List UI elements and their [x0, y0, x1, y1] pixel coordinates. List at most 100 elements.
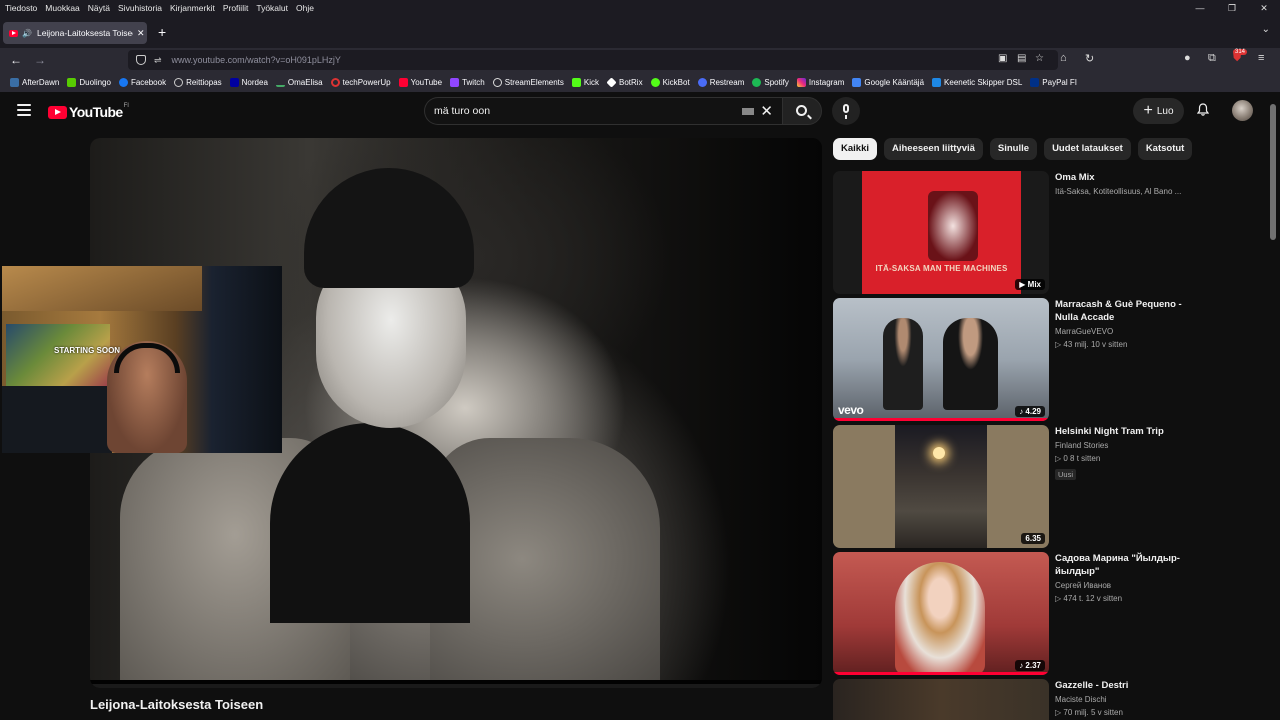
bookmark-reittiopas[interactable]: Reittiopas	[174, 77, 222, 87]
extensions-icon[interactable]: ⧉	[1208, 52, 1216, 65]
recommendation-channel[interactable]: Maciste Dischi	[1055, 694, 1195, 705]
forward-arrow-icon[interactable]: →	[34, 52, 46, 68]
bookmark-afterdawn[interactable]: AfterDawn	[10, 77, 59, 87]
menu-file[interactable]: Tiedosto	[0, 3, 41, 13]
search-button[interactable]	[782, 97, 822, 125]
webcam-ceiling	[2, 266, 202, 311]
speaker-icon[interactable]: 🔊	[22, 29, 32, 38]
tracking-shield-icon[interactable]	[136, 55, 146, 65]
video-thumbnail[interactable]	[833, 679, 1049, 720]
permissions-icon[interactable]: ⇌	[154, 55, 162, 66]
bookmark-omaelisa[interactable]: OmaElisa	[275, 77, 323, 87]
bookmark-duolingo[interactable]: Duolingo	[67, 77, 111, 87]
recommendation-item[interactable]: Gazzelle - Destri Maciste Dischi ▷ 70 mi…	[833, 679, 1213, 720]
recommendation-channel[interactable]: Finland Stories	[1055, 440, 1195, 451]
url-text[interactable]: www.youtube.com/watch?v=oH091pLHzjY	[172, 55, 341, 65]
poster-text: STARTING SOON	[54, 346, 121, 355]
bookmark-paypal[interactable]: PayPal FI	[1030, 77, 1077, 87]
bookmark-botrix[interactable]: BotRix	[606, 76, 643, 88]
reader-view-icon[interactable]: ▤	[1017, 53, 1026, 64]
botrix-icon	[606, 76, 617, 88]
navigation-bar: ← → ⇌ www.youtube.com/watch?v=oH091pLHzj…	[0, 48, 1280, 72]
bookmark-keenetic[interactable]: Keenetic Skipper DSL	[932, 77, 1022, 87]
recommendation-title[interactable]: Oma Mix	[1055, 171, 1195, 184]
bookmark-kick[interactable]: Kick	[571, 77, 599, 87]
menu-help[interactable]: Ohje	[292, 3, 318, 13]
video-duration: ♪ 2.37	[1015, 660, 1045, 671]
youtube-logo[interactable]: YouTube FI	[48, 103, 129, 120]
bookmark-google-translate[interactable]: Google Kääntäjä	[852, 77, 924, 87]
webcam-overlay: STARTING SOON	[2, 266, 282, 453]
nordea-icon	[229, 77, 239, 87]
tab-youtube-video[interactable]: 🔊 Leijona-Laitoksesta Toiseen ✕	[3, 22, 147, 44]
menu-tools[interactable]: Työkalut	[252, 3, 292, 13]
video-thumbnail[interactable]: vevo ♪ 4.29	[833, 298, 1049, 421]
recommendation-meta: Gazzelle - Destri Maciste Dischi ▷ 70 mi…	[1055, 679, 1195, 718]
recommendation-item[interactable]: vevo ♪ 4.29 Marracash & Guè Pequeno - Nu…	[833, 298, 1213, 421]
bookmarks-bar: AfterDawn Duolingo Facebook Reittiopas N…	[0, 72, 1280, 92]
bookmark-nordea[interactable]: Nordea	[229, 77, 268, 87]
bookmark-streamelements[interactable]: StreamElements	[492, 77, 564, 87]
recommendation-channel[interactable]: MarraGueVEVO	[1055, 326, 1195, 337]
close-window-button[interactable]: ✕	[1248, 0, 1280, 16]
tab-list-button[interactable]: ⌄	[1262, 24, 1270, 35]
recommendation-channel[interactable]: Сергей Иванов	[1055, 580, 1195, 591]
hamburger-menu-icon[interactable]	[17, 104, 31, 116]
bookmark-youtube[interactable]: YouTube	[398, 77, 442, 87]
recommendation-title[interactable]: Marracash & Guè Pequeno - Nulla Accade	[1055, 298, 1195, 324]
bookmark-restream[interactable]: Restream	[697, 77, 744, 87]
menu-view[interactable]: Näytä	[84, 3, 114, 13]
recommendation-title[interactable]: Helsinki Night Tram Trip	[1055, 425, 1195, 438]
menu-history[interactable]: Sivuhistoria	[114, 3, 166, 13]
bookmark-kickbot[interactable]: KickBot	[650, 77, 690, 87]
bookmark-techpowerup[interactable]: techPowerUp	[330, 77, 391, 87]
create-button[interactable]: + Luo	[1133, 98, 1184, 124]
minimize-button[interactable]: —	[1184, 0, 1216, 16]
app-menu-icon[interactable]: ≡	[1258, 52, 1264, 64]
duolingo-icon	[67, 77, 77, 87]
menu-edit[interactable]: Muokkaa	[41, 3, 84, 13]
bookmark-facebook[interactable]: Facebook	[118, 77, 166, 87]
notifications-bell-icon[interactable]	[1197, 103, 1209, 116]
watched-progress-bar	[833, 672, 1049, 675]
search-query[interactable]: mä turo oon	[434, 105, 742, 117]
clear-search-icon[interactable]: ✕	[760, 102, 773, 120]
account-icon[interactable]: ●	[1184, 52, 1191, 64]
page-scrollbar[interactable]	[1270, 104, 1276, 240]
voice-search-button[interactable]	[832, 97, 860, 125]
bookmark-twitch[interactable]: Twitch	[450, 77, 485, 87]
close-tab-icon[interactable]: ✕	[137, 28, 145, 39]
reload-icon[interactable]: ↻	[1085, 52, 1094, 65]
url-bar[interactable]: ⇌ www.youtube.com/watch?v=oH091pLHzjY	[128, 50, 1058, 70]
plus-icon: +	[1143, 102, 1153, 119]
recommendation-title[interactable]: Садова Марина "Йылдыр-йылдыр"	[1055, 552, 1195, 578]
instagram-icon	[796, 77, 806, 87]
chip-all[interactable]: Kaikki	[833, 138, 877, 160]
chip-recently-uploaded[interactable]: Uudet lataukset	[1044, 138, 1131, 160]
chip-watched[interactable]: Katsotut	[1137, 138, 1193, 160]
video-progress-bar[interactable]	[90, 684, 822, 688]
picture-in-picture-icon[interactable]: ▣	[998, 53, 1007, 64]
keyboard-icon[interactable]	[742, 107, 755, 115]
avatar[interactable]	[1232, 100, 1253, 121]
bookmark-star-icon[interactable]: ☆	[1035, 53, 1044, 64]
new-tab-button[interactable]: +	[158, 22, 166, 42]
search-input[interactable]: mä turo oon ✕	[424, 97, 782, 125]
recommendation-item[interactable]: ♪ 2.37 Садова Марина "Йылдыр-йылдыр" Сер…	[833, 552, 1213, 675]
video-thumbnail[interactable]: ITÄ-SAKSA MAN THE MACHINES ▶ Mix	[833, 171, 1049, 294]
video-thumbnail[interactable]: 6.35	[833, 425, 1049, 548]
menu-bookmarks[interactable]: Kirjanmerkit	[166, 3, 219, 13]
menu-profiles[interactable]: Profiilit	[219, 3, 253, 13]
recommendation-item[interactable]: ITÄ-SAKSA MAN THE MACHINES ▶ Mix Oma Mix…	[833, 171, 1213, 294]
recommendation-title[interactable]: Gazzelle - Destri	[1055, 679, 1195, 692]
thumbnail-lamp	[933, 447, 945, 459]
home-icon[interactable]: ⌂	[1060, 52, 1067, 64]
chip-related[interactable]: Aiheeseen liittyviä	[884, 138, 983, 160]
bookmark-instagram[interactable]: Instagram	[796, 77, 844, 87]
recommendation-item[interactable]: 6.35 Helsinki Night Tram Trip Finland St…	[833, 425, 1213, 548]
video-thumbnail[interactable]: ♪ 2.37	[833, 552, 1049, 675]
chip-for-you[interactable]: Sinulle	[989, 138, 1038, 160]
back-arrow-icon[interactable]: ←	[10, 52, 22, 68]
restore-button[interactable]: ❐	[1216, 0, 1248, 16]
bookmark-spotify[interactable]: Spotify	[752, 77, 789, 87]
